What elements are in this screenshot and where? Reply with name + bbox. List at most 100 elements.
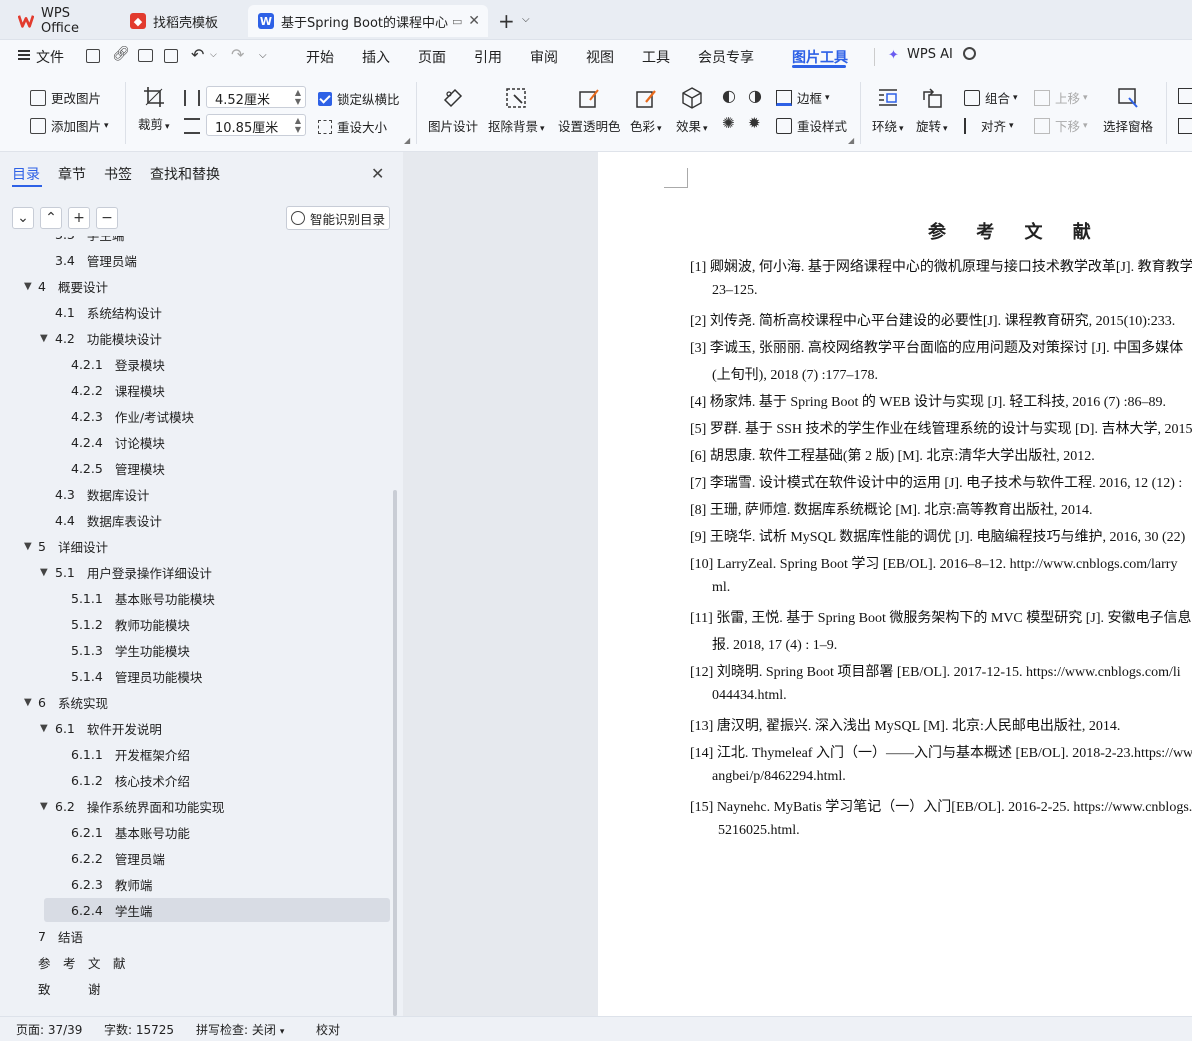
menu-reference[interactable]: 引用 xyxy=(474,47,502,67)
collapse-caret-icon[interactable]: ▼ xyxy=(40,333,48,344)
tab-toc[interactable]: 目录 xyxy=(12,164,40,184)
undo-icon[interactable]: ↶ xyxy=(191,45,204,64)
toc-item[interactable]: 5.1.2 教师功能模块 xyxy=(71,612,190,636)
close-pane-icon[interactable]: ✕ xyxy=(371,164,384,183)
increase-brightness-icon[interactable]: ✺ xyxy=(722,114,735,132)
more-tools-icon[interactable] xyxy=(1178,88,1192,104)
hamburger-icon[interactable] xyxy=(18,50,30,60)
save-icon[interactable] xyxy=(86,49,100,63)
toc-scrollbar[interactable] xyxy=(393,490,397,1016)
search-icon[interactable] xyxy=(963,47,976,60)
toc-item[interactable]: 4.2 功能模块设计 xyxy=(55,326,162,350)
image-design-button[interactable]: 图片设计 xyxy=(428,86,478,135)
toc-item[interactable]: 4.2.2 课程模块 xyxy=(71,378,165,402)
tab-chapters[interactable]: 章节 xyxy=(58,164,86,184)
menu-review[interactable]: 审阅 xyxy=(530,47,558,67)
wrap-button[interactable]: 环绕 ▾ xyxy=(872,86,904,135)
collapse-caret-icon[interactable]: ▼ xyxy=(40,567,48,578)
collapse-up-button[interactable]: ⌃ xyxy=(40,207,62,229)
tab-bookmarks[interactable]: 书签 xyxy=(104,164,132,184)
width-spinner[interactable]: 4.52厘米 ▲ ▼ xyxy=(206,86,306,108)
new-tab-button[interactable]: + xyxy=(498,9,515,33)
close-tab-icon[interactable]: ✕ xyxy=(468,13,480,29)
effect-button[interactable]: 效果 ▾ xyxy=(676,86,708,135)
toc-item[interactable]: 4.4 数据库表设计 xyxy=(55,508,162,532)
toc-item[interactable]: 7 结语 xyxy=(38,924,83,948)
toc-item[interactable]: 致 谢 xyxy=(38,976,101,1000)
group-button[interactable]: 组合 ▾ xyxy=(964,88,1018,107)
send-backward-button[interactable]: 下移 ▾ xyxy=(1034,116,1088,135)
smart-toc-button[interactable]: 智能识别目录 xyxy=(286,206,390,230)
collapse-caret-icon[interactable]: ▼ xyxy=(40,801,48,812)
menu-picture-tools[interactable]: 图片工具 xyxy=(792,47,848,67)
toc-item[interactable]: 5 详细设计 xyxy=(38,534,108,558)
toc-item[interactable]: 4.1 系统结构设计 xyxy=(55,300,162,324)
toc-item[interactable]: 6.1 软件开发说明 xyxy=(55,716,162,740)
add-image-button[interactable]: 添加图片 ▾ xyxy=(30,116,109,135)
undo-dropdown-icon[interactable]: ⌵ xyxy=(210,50,217,60)
increase-contrast-icon[interactable]: ◐ xyxy=(722,86,736,105)
spell-check-toggle[interactable]: 拼写检查: 关闭 ▾ xyxy=(196,1021,284,1038)
toc-item[interactable]: 4.2.1 登录模块 xyxy=(71,352,165,376)
menu-view[interactable]: 视图 xyxy=(586,47,614,67)
remove-heading-button[interactable]: − xyxy=(96,207,118,229)
toc-item[interactable]: 5.1.4 管理员功能模块 xyxy=(71,664,202,688)
tab-template[interactable]: ◆ 找稻壳模板 xyxy=(120,5,244,37)
spin-arrows-icon[interactable]: ▲ ▼ xyxy=(295,88,301,106)
selection-pane-button[interactable]: 选择窗格 xyxy=(1103,86,1153,135)
toc-item[interactable]: 6.2.4 学生端 xyxy=(71,898,152,922)
dialog-launcher-icon[interactable]: ◢ xyxy=(404,136,410,145)
menu-file[interactable]: 文件 xyxy=(36,47,64,67)
tab-wps-office[interactable]: WPS Office xyxy=(8,5,116,37)
align-button[interactable]: 对齐 ▾ xyxy=(964,116,1014,135)
toc-item[interactable]: 4.3 数据库设计 xyxy=(55,482,149,506)
toc-item[interactable]: 5.1.3 学生功能模块 xyxy=(71,638,190,662)
link-icon[interactable]: 🔗︎ xyxy=(112,46,130,62)
toc-item[interactable]: 3.3 学生端 xyxy=(55,236,124,246)
reset-style-button[interactable]: 重设样式 xyxy=(776,116,847,135)
toc-item[interactable]: 5.1 用户登录操作详细设计 xyxy=(55,560,212,584)
menu-wps-ai[interactable]: WPS AI xyxy=(907,47,953,62)
decrease-brightness-icon[interactable]: ✹ xyxy=(748,114,761,132)
toc-item[interactable]: 6.2 操作系统界面和功能实现 xyxy=(55,794,224,818)
page-indicator[interactable]: 页面: 37/39 xyxy=(16,1021,82,1038)
collapse-caret-icon[interactable]: ▼ xyxy=(40,723,48,734)
tab-list-dropdown-icon[interactable]: ⌵ xyxy=(522,14,530,25)
decrease-contrast-icon[interactable]: ◑ xyxy=(748,86,762,105)
color-button[interactable]: 色彩 ▾ xyxy=(630,86,662,135)
proofread-button[interactable]: 校对 xyxy=(316,1021,340,1038)
more-tools-icon[interactable] xyxy=(1178,118,1192,134)
toc-item[interactable]: 5.1.1 基本账号功能模块 xyxy=(71,586,215,610)
collapse-caret-icon[interactable]: ▼ xyxy=(24,541,32,552)
spin-arrows-icon[interactable]: ▲ ▼ xyxy=(295,116,301,134)
border-button[interactable]: 边框 ▾ xyxy=(776,88,830,107)
toc-item[interactable]: 6 系统实现 xyxy=(38,690,108,714)
dialog-launcher-icon[interactable]: ◢ xyxy=(848,136,854,145)
print-preview-icon[interactable] xyxy=(164,49,178,63)
toc-item[interactable]: 4 概要设计 xyxy=(38,274,108,298)
collapse-caret-icon[interactable]: ▼ xyxy=(24,281,32,292)
lock-ratio-checkbox[interactable]: 锁定纵横比 xyxy=(318,89,400,108)
toc-item[interactable]: 4.2.5 管理模块 xyxy=(71,456,165,480)
set-transparent-button[interactable]: 设置透明色 xyxy=(558,86,621,135)
collapse-caret-icon[interactable]: ▼ xyxy=(24,697,32,708)
expand-down-button[interactable]: ⌄ xyxy=(12,207,34,229)
change-image-button[interactable]: 更改图片 xyxy=(30,88,101,107)
menu-tools[interactable]: 工具 xyxy=(642,47,670,67)
toc-item[interactable]: 参 考 文 献 xyxy=(38,950,126,974)
toc-item[interactable]: 4.2.3 作业/考试模块 xyxy=(71,404,194,428)
toc-item[interactable]: 6.2.1 基本账号功能 xyxy=(71,820,190,844)
menu-member[interactable]: 会员专享 xyxy=(698,47,754,67)
print-icon[interactable] xyxy=(138,49,153,62)
toc-item[interactable]: 4.2.4 讨论模块 xyxy=(71,430,165,454)
toc-item[interactable]: 3.4 管理员端 xyxy=(55,248,137,272)
redo-icon[interactable]: ↷ xyxy=(231,45,244,64)
menu-page[interactable]: 页面 xyxy=(418,47,446,67)
reset-size-button[interactable]: 重设大小 xyxy=(318,117,387,136)
height-spinner[interactable]: 10.85厘米 ▲ ▼ xyxy=(206,114,306,136)
toc-item[interactable]: 6.1.1 开发框架介绍 xyxy=(71,742,190,766)
toc-item[interactable]: 6.1.2 核心技术介绍 xyxy=(71,768,190,792)
tab-find-replace[interactable]: 查找和替换 xyxy=(150,164,220,184)
menu-insert[interactable]: 插入 xyxy=(362,47,390,67)
bring-forward-button[interactable]: 上移 ▾ xyxy=(1034,88,1088,107)
